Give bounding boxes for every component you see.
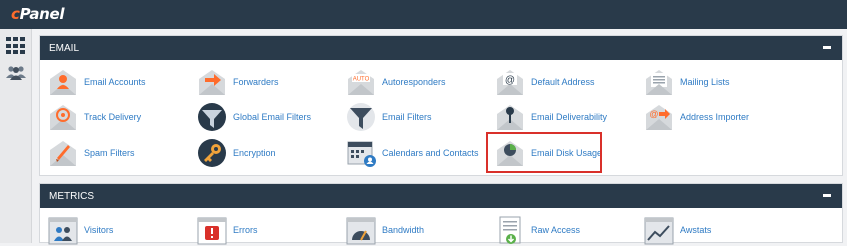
email-accounts-link[interactable]: Email Accounts (48, 66, 146, 98)
raw-access-icon (499, 216, 521, 244)
encryption-icon (198, 139, 226, 167)
raw-access-link[interactable]: Raw Access (495, 214, 580, 246)
bandwidth-icon (346, 217, 376, 245)
global-email-filters-link[interactable]: Global Email Filters (197, 101, 311, 133)
email-accounts-icon (50, 70, 76, 95)
autoresponders-icon: AUTO (348, 70, 374, 95)
forwarders-link[interactable]: Forwarders (197, 66, 279, 98)
global-email-filters-icon (198, 103, 226, 131)
email-panel: EMAIL Email Accounts Forwarders AUTO Aut… (39, 35, 843, 176)
spam-filters-icon (50, 141, 76, 166)
metrics-section-title: METRICS (49, 191, 94, 202)
email-section-title: EMAIL (49, 43, 80, 54)
visitors-link[interactable]: Visitors (48, 214, 113, 246)
collapse-icon[interactable] (823, 194, 831, 197)
top-bar: cPanel (0, 0, 847, 29)
address-importer-icon: @ (646, 105, 672, 130)
apps-grid-icon[interactable] (6, 37, 26, 55)
email-filters-icon (347, 103, 375, 131)
email-disk-usage-link[interactable]: Email Disk Usage (486, 132, 602, 173)
email-deliverability-icon (497, 105, 523, 130)
default-address-link[interactable]: @ Default Address (495, 66, 595, 98)
errors-icon (197, 217, 227, 245)
svg-text:AUTO: AUTO (353, 77, 370, 83)
calendars-contacts-icon (347, 141, 376, 167)
spam-filters-link[interactable]: Spam Filters (48, 137, 135, 169)
awstats-link[interactable]: Awstats (644, 214, 711, 246)
calendars-contacts-link[interactable]: Calendars and Contacts (346, 137, 479, 169)
svg-text:@: @ (505, 75, 515, 86)
email-panel-header[interactable]: EMAIL (40, 36, 842, 60)
svg-text:@: @ (649, 109, 658, 119)
encryption-link[interactable]: Encryption (197, 137, 276, 169)
default-address-icon: @ (497, 70, 523, 95)
cpanel-logo[interactable]: cPanel (11, 5, 65, 23)
metrics-panel: METRICS Visitors Errors Bandwidth Raw Ac… (39, 183, 843, 246)
collapse-icon[interactable] (823, 46, 831, 49)
address-importer-link[interactable]: @ Address Importer (644, 101, 749, 133)
errors-link[interactable]: Errors (197, 214, 258, 246)
email-disk-usage-icon (497, 140, 523, 166)
bandwidth-link[interactable]: Bandwidth (346, 214, 424, 246)
autoresponders-link[interactable]: AUTO Autoresponders (346, 66, 446, 98)
metrics-panel-header[interactable]: METRICS (40, 184, 842, 208)
mailing-lists-icon (646, 70, 672, 95)
mailing-lists-link[interactable]: Mailing Lists (644, 66, 730, 98)
email-deliverability-link[interactable]: Email Deliverability (495, 101, 607, 133)
users-icon[interactable] (6, 64, 26, 82)
track-delivery-link[interactable]: Track Delivery (48, 101, 141, 133)
track-delivery-icon (50, 105, 76, 130)
visitors-icon (48, 217, 78, 245)
forwarders-icon (199, 70, 225, 95)
sidebar (0, 29, 32, 243)
email-filters-link[interactable]: Email Filters (346, 101, 432, 133)
awstats-icon (644, 217, 674, 245)
